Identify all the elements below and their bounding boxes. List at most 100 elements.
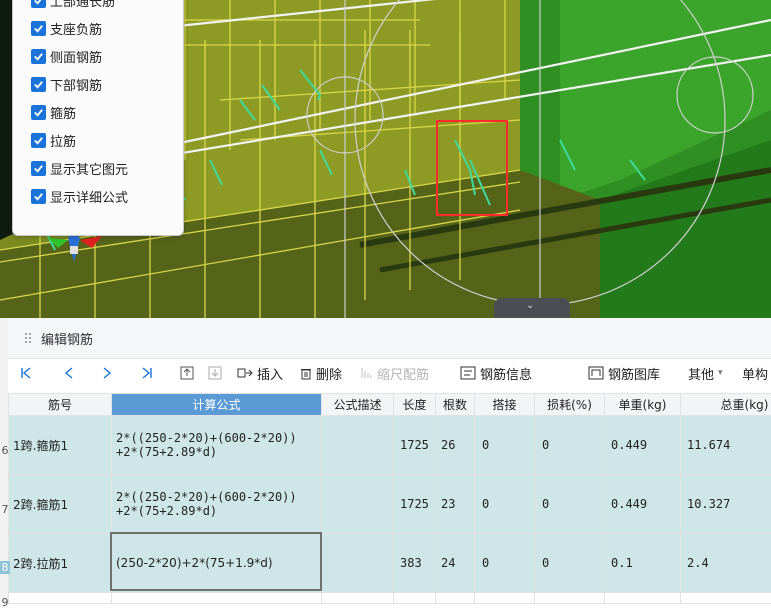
- unit-label: 单构: [742, 364, 768, 383]
- cell-loss[interactable]: 0: [535, 416, 605, 475]
- table-header-row: 筋号 计算公式 公式描述 长度 根数 搭接 损耗(%) 单重(kg) 总重(kg…: [9, 394, 771, 416]
- scale-rebar-icon: [360, 367, 374, 379]
- cell-formula[interactable]: 2*((250-2*20)+(600-2*20)) +2*(75+2.89*d): [112, 416, 322, 475]
- cell-count[interactable]: 23: [436, 475, 475, 534]
- panel-title-bar[interactable]: 编辑钢筋: [8, 318, 771, 359]
- cell-unit-weight[interactable]: 0.1: [605, 534, 681, 593]
- cell-length[interactable]: 1725: [394, 416, 436, 475]
- row-number-selected: 8: [0, 561, 10, 574]
- layer-label: 显示其它图元: [50, 159, 128, 178]
- other-label: 其他: [688, 364, 714, 383]
- cell-total-weight[interactable]: 11.674: [681, 416, 771, 475]
- cell-length[interactable]: 1725: [394, 475, 436, 534]
- layer-label: 上部通长筋: [50, 0, 115, 10]
- layer-toggle-bottom-rebar[interactable]: 下部钢筋: [31, 73, 102, 95]
- cell-total-weight[interactable]: 10.327: [681, 475, 771, 534]
- table-row[interactable]: [9, 593, 771, 604]
- formula-line-1: 2*((250-2*20)+(600-2*20)): [116, 431, 321, 445]
- other-menu-button[interactable]: 其他 ▾: [688, 364, 723, 382]
- formula-line-2: +2*(75+2.89*d): [116, 504, 321, 518]
- cell-total-weight[interactable]: 2.4: [681, 534, 771, 593]
- cell-unit-weight[interactable]: 0.449: [605, 416, 681, 475]
- move-down-icon[interactable]: [208, 364, 222, 382]
- layer-toggle-side-rebar[interactable]: 侧面钢筋: [31, 45, 102, 67]
- layer-toggle-top-continuous[interactable]: 上部通长筋: [31, 0, 115, 11]
- delete-label: 删除: [316, 364, 342, 383]
- unit-button[interactable]: 单构: [742, 364, 768, 382]
- col-header-loss[interactable]: 损耗(%): [535, 394, 605, 416]
- cell-count[interactable]: 24: [436, 534, 475, 593]
- layer-label: 箍筋: [50, 103, 76, 122]
- layer-toggle-tie[interactable]: 拉筋: [31, 129, 76, 151]
- col-header-unit-weight[interactable]: 单重(kg): [605, 394, 681, 416]
- col-header-lap[interactable]: 搭接: [475, 394, 535, 416]
- layer-toggle-other-elements[interactable]: 显示其它图元: [31, 157, 128, 179]
- row-number: 9: [0, 596, 10, 609]
- layer-label: 支座负筋: [50, 19, 102, 38]
- cell-rebar-name[interactable]: 2跨.拉筋1: [9, 534, 112, 593]
- col-header-count[interactable]: 根数: [436, 394, 475, 416]
- cell-count[interactable]: 26: [436, 416, 475, 475]
- cell-lap[interactable]: 0: [475, 534, 535, 593]
- checkbox-checked-icon[interactable]: [31, 105, 46, 120]
- cell-formula-desc[interactable]: [322, 416, 394, 475]
- cell-rebar-name[interactable]: 2跨.箍筋1: [9, 475, 112, 534]
- insert-button[interactable]: 插入: [237, 364, 283, 382]
- dropdown-arrow-icon: ▾: [718, 368, 723, 378]
- layer-label: 侧面钢筋: [50, 47, 102, 66]
- cell-length[interactable]: 383: [394, 534, 436, 593]
- layer-toggle-stirrup[interactable]: 箍筋: [31, 101, 76, 123]
- col-header-total-weight[interactable]: 总重(kg): [681, 394, 771, 416]
- checkbox-checked-icon[interactable]: [31, 0, 46, 8]
- layer-toggle-support-negative[interactable]: 支座负筋: [31, 17, 102, 39]
- scale-rebar-button[interactable]: 缩尺配筋: [360, 364, 429, 382]
- cell-formula[interactable]: 2*((250-2*20)+(600-2*20)) +2*(75+2.89*d): [112, 475, 322, 534]
- delete-button[interactable]: 删除: [300, 364, 342, 382]
- previous-record-icon[interactable]: [64, 364, 74, 382]
- layer-label: 显示详细公式: [50, 187, 128, 206]
- row-number: 7: [0, 503, 10, 516]
- checkbox-checked-icon[interactable]: [31, 161, 46, 176]
- row-number: 6: [0, 444, 10, 457]
- checkbox-checked-icon[interactable]: [31, 133, 46, 148]
- table-row[interactable]: 2跨.箍筋1 2*((250-2*20)+(600-2*20)) +2*(75+…: [9, 475, 771, 534]
- checkbox-checked-icon[interactable]: [31, 21, 46, 36]
- col-header-formula[interactable]: 计算公式: [112, 394, 322, 416]
- cell-rebar-name[interactable]: 1跨.箍筋1: [9, 416, 112, 475]
- checkbox-checked-icon[interactable]: [31, 49, 46, 64]
- rebar-table: 筋号 计算公式 公式描述 长度 根数 搭接 损耗(%) 单重(kg) 总重(kg…: [8, 393, 771, 604]
- active-cell-outline: [110, 532, 322, 591]
- table-row[interactable]: 1跨.箍筋1 2*((250-2*20)+(600-2*20)) +2*(75+…: [9, 416, 771, 475]
- rebar-info-button[interactable]: 钢筋信息: [460, 364, 532, 382]
- scale-rebar-label: 缩尺配筋: [377, 364, 429, 383]
- cell-formula-desc[interactable]: [322, 534, 394, 593]
- 3d-viewport[interactable]: 上部通长筋 支座负筋 侧面钢筋 下部钢筋 箍筋 拉筋 显示其它图元 显示详细公: [0, 0, 771, 318]
- rebar-library-button[interactable]: 钢筋图库: [588, 364, 660, 382]
- rebar-info-label: 钢筋信息: [480, 364, 532, 383]
- cell-formula-desc[interactable]: [322, 475, 394, 534]
- cell-lap[interactable]: 0: [475, 416, 535, 475]
- layer-label: 下部钢筋: [50, 75, 102, 94]
- cell-unit-weight[interactable]: 0.449: [605, 475, 681, 534]
- move-up-icon[interactable]: [180, 364, 194, 382]
- cell-lap[interactable]: 0: [475, 475, 535, 534]
- first-record-icon[interactable]: [20, 364, 32, 382]
- insert-label: 插入: [257, 364, 283, 383]
- rebar-info-icon: [460, 366, 476, 380]
- trash-icon: [300, 367, 312, 380]
- formula-line-2: +2*(75+2.89*d): [116, 445, 321, 459]
- collapse-panel-button[interactable]: ⌄: [494, 298, 570, 318]
- col-header-formula-desc[interactable]: 公式描述: [322, 394, 394, 416]
- next-record-icon[interactable]: [102, 364, 112, 382]
- layer-toggle-detailed-formula[interactable]: 显示详细公式: [31, 185, 128, 207]
- col-header-rebar-no[interactable]: 筋号: [9, 394, 112, 416]
- cell-loss[interactable]: 0: [535, 475, 605, 534]
- checkbox-checked-icon[interactable]: [31, 77, 46, 92]
- last-record-icon[interactable]: [141, 364, 153, 382]
- checkbox-checked-icon[interactable]: [31, 189, 46, 204]
- rebar-display-panel: 上部通长筋 支座负筋 侧面钢筋 下部钢筋 箍筋 拉筋 显示其它图元 显示详细公: [12, 0, 184, 236]
- col-header-length[interactable]: 长度: [394, 394, 436, 416]
- cell-loss[interactable]: 0: [535, 534, 605, 593]
- drag-grip-icon[interactable]: [24, 332, 32, 344]
- formula-line-1: 2*((250-2*20)+(600-2*20)): [116, 490, 321, 504]
